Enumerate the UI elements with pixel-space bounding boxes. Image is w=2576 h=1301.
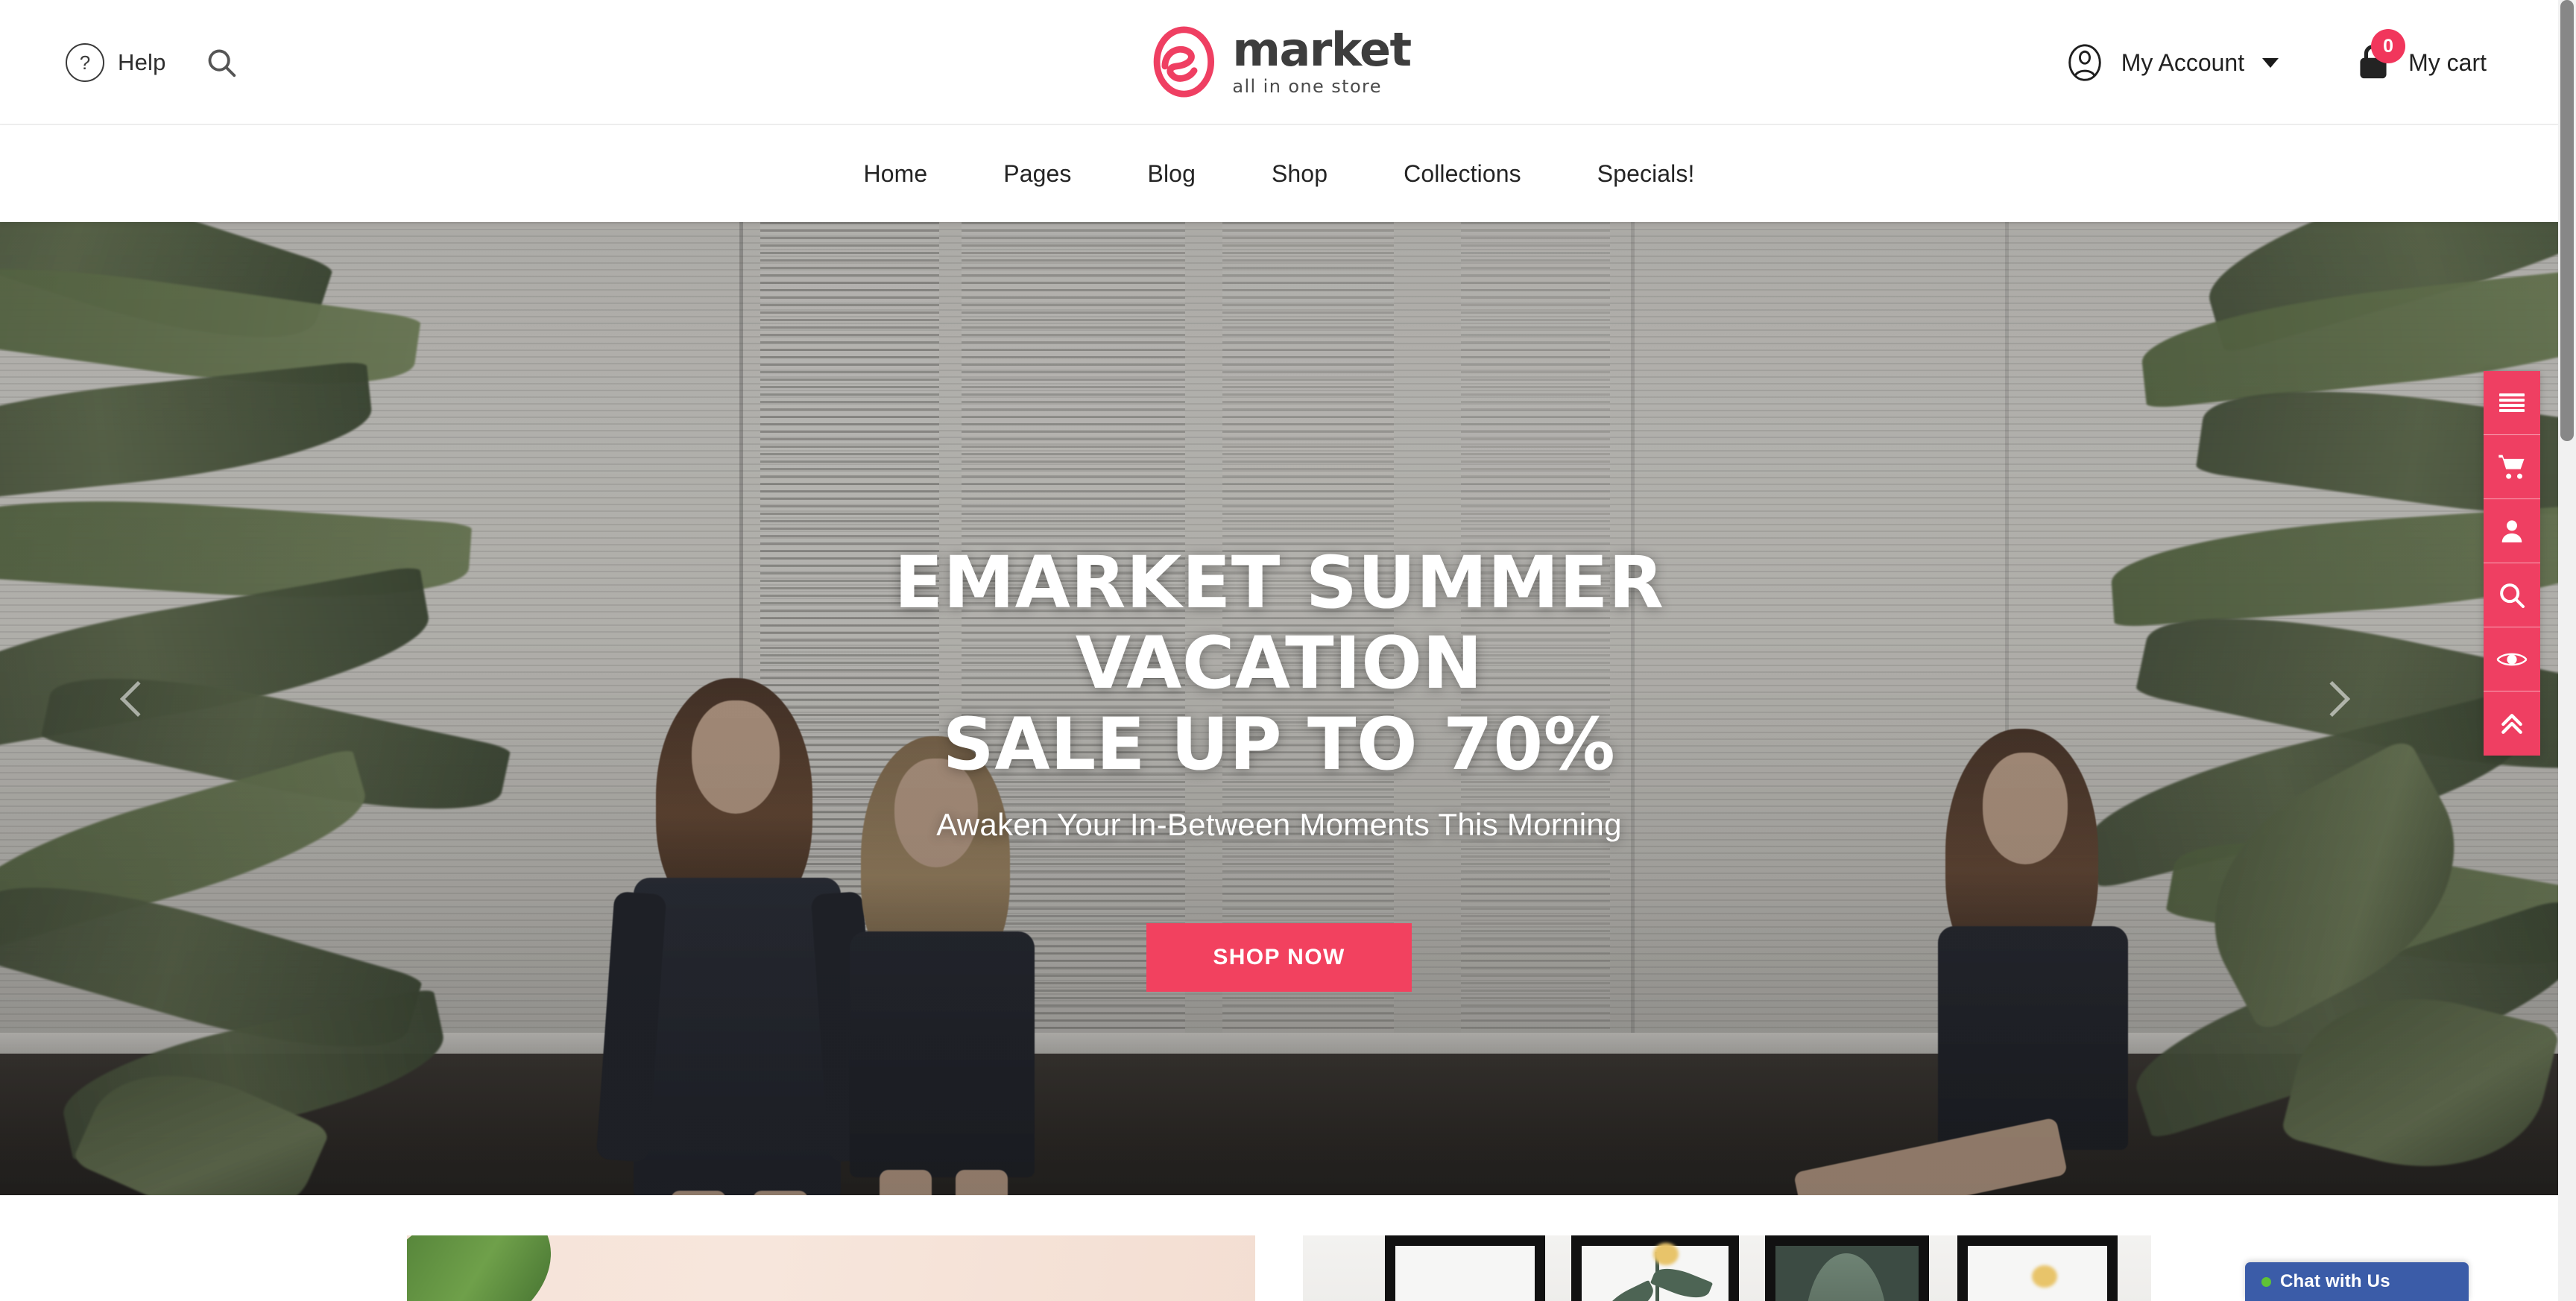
scrollbar-thumb[interactable]	[2560, 0, 2574, 441]
hero-title-line-2: SALE UP TO 70%	[942, 702, 1616, 786]
promo-card-right[interactable]	[1303, 1235, 2151, 1301]
shop-now-button[interactable]: SHOP NOW	[1146, 923, 1412, 993]
search-icon	[2497, 580, 2527, 610]
side-cart-button[interactable]	[2484, 435, 2540, 499]
nav-item-collections[interactable]: Collections	[1366, 160, 1559, 188]
chat-with-us-label: Chat with Us	[2280, 1271, 2390, 1291]
help-label: Help	[118, 49, 166, 75]
nav-item-home[interactable]: Home	[826, 160, 966, 188]
chevron-left-icon[interactable]	[119, 680, 170, 731]
side-menu-button[interactable]	[2484, 371, 2540, 435]
hero-title: EMARKET SUMMER VACATION SALE UP TO 70%	[683, 542, 1875, 785]
question-circle-icon: ?	[66, 43, 104, 82]
hero-content: EMARKET SUMMER VACATION SALE UP TO 70% A…	[0, 222, 2558, 1195]
hamburger-menu-icon	[2499, 393, 2525, 413]
promo-section	[0, 1195, 2558, 1301]
my-cart-label: My cart	[2408, 48, 2487, 76]
nav-item-specials[interactable]: Specials!	[1559, 160, 1733, 188]
my-account-label: My Account	[2121, 48, 2245, 76]
promo-card-left[interactable]	[407, 1235, 1255, 1301]
nav-item-shop[interactable]: Shop	[1234, 160, 1366, 188]
user-icon	[2498, 517, 2526, 545]
user-avatar-icon	[2063, 41, 2106, 84]
chevron-right-icon[interactable]	[2314, 680, 2364, 731]
nav-item-blog[interactable]: Blog	[1110, 160, 1234, 188]
chevron-down-icon	[2262, 57, 2279, 68]
logo-name: market	[1232, 22, 1412, 77]
promo-row	[407, 1235, 2151, 1301]
browser-scrollbar[interactable]	[2558, 0, 2576, 1301]
double-chevron-up-icon	[2497, 709, 2527, 738]
hero-title-line-1: EMARKET SUMMER VACATION	[894, 541, 1664, 706]
logo-text-block: market all in one store	[1232, 22, 1412, 98]
page-root: ? Help market all in one store My Accoun…	[0, 0, 2576, 1301]
logo-tagline: all in one store	[1232, 76, 1382, 98]
side-recently-viewed-button[interactable]	[2484, 627, 2540, 691]
floating-side-toolbar	[2484, 371, 2540, 756]
help-link[interactable]: ? Help	[66, 43, 166, 82]
cart-count-badge: 0	[2371, 29, 2406, 63]
my-account-menu[interactable]: My Account	[2063, 41, 2279, 84]
top-bar-right-group: My Account 0 My cart	[2063, 0, 2487, 125]
logo-e-mark-icon	[1147, 25, 1220, 98]
search-icon[interactable]	[201, 42, 242, 83]
my-cart-button[interactable]: 0 My cart	[2350, 29, 2487, 86]
shopping-bag-icon: 0	[2350, 29, 2406, 86]
online-status-dot	[2261, 1276, 2271, 1287]
browser-viewport: ? Help market all in one store My Accoun…	[0, 0, 2558, 1301]
site-logo[interactable]: market all in one store	[1147, 22, 1412, 98]
eye-icon	[2496, 648, 2528, 671]
side-account-button[interactable]	[2484, 499, 2540, 563]
hero-subtitle: Awaken Your In-Between Moments This Morn…	[936, 807, 1622, 843]
top-bar: ? Help market all in one store My Accoun…	[0, 0, 2558, 125]
side-scroll-top-button[interactable]	[2484, 691, 2540, 756]
nav-item-pages[interactable]: Pages	[965, 160, 1109, 188]
top-bar-left-group: ? Help	[66, 0, 242, 125]
main-navigation: Home Pages Blog Shop Collections Special…	[0, 125, 2558, 222]
chat-with-us-widget[interactable]: Chat with Us	[2245, 1262, 2469, 1301]
hero-banner: EMARKET SUMMER VACATION SALE UP TO 70% A…	[0, 222, 2558, 1195]
shopping-cart-icon	[2497, 452, 2527, 482]
side-search-button[interactable]	[2484, 563, 2540, 627]
